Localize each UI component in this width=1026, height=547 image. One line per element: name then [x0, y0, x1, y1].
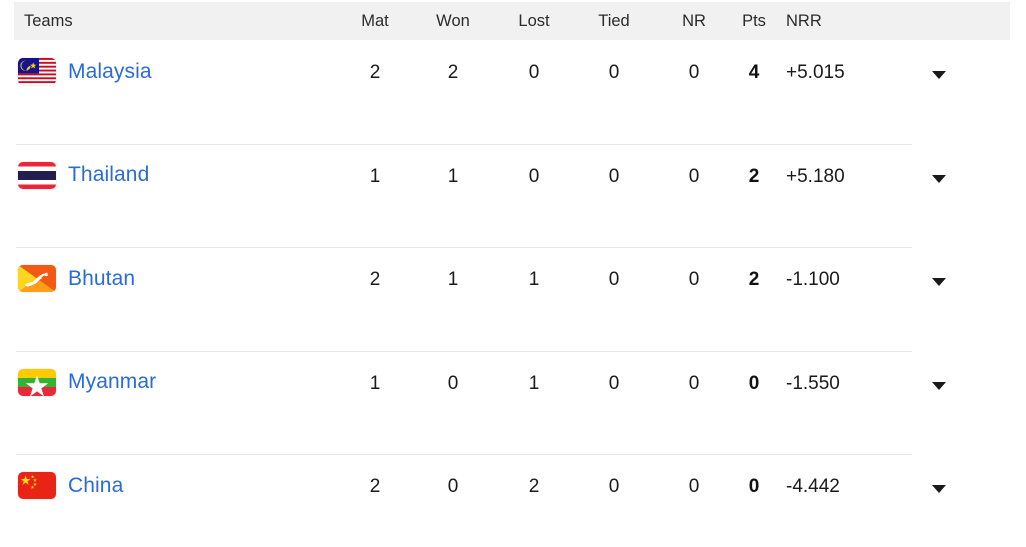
team-name-link[interactable]: Bhutan — [68, 267, 135, 291]
cell-nr: 0 — [688, 62, 700, 83]
cell-pts: 2 — [748, 269, 760, 290]
row-divider — [16, 350, 912, 352]
points-table: Teams Mat Won Lost Tied NR Pts NRR Malay… — [0, 0, 1026, 547]
expand-row-button[interactable] — [922, 269, 956, 295]
expand-row-button[interactable] — [922, 476, 956, 502]
cell-mat: 2 — [369, 269, 381, 290]
expand-row-button[interactable] — [922, 373, 956, 399]
cell-mat: 1 — [369, 165, 381, 187]
cell-nr: 0 — [688, 476, 700, 497]
cell-mat: 2 — [369, 476, 381, 497]
cell-nrr: -1.550 — [786, 372, 840, 394]
cell-tied: 0 — [608, 165, 620, 187]
team-cell[interactable]: Thailand — [18, 161, 149, 189]
cell-lost: 2 — [528, 476, 540, 497]
malaysia-flag — [18, 58, 56, 85]
team-name-link[interactable]: Myanmar — [68, 370, 156, 394]
table-row[interactable]: Malaysia 2 2 0 0 0 4 +5.015 — [0, 40, 1026, 144]
cell-tied: 0 — [608, 476, 620, 497]
cell-nr: 0 — [688, 165, 700, 187]
column-header-mat: Mat — [361, 11, 389, 30]
cell-won: 0 — [447, 372, 459, 394]
cell-won: 2 — [447, 62, 459, 83]
cell-tied: 0 — [608, 372, 620, 394]
table-row[interactable]: Thailand 1 1 0 0 0 2 +5.180 — [0, 143, 1026, 248]
cell-nr: 0 — [688, 269, 700, 290]
cell-nr: 0 — [688, 372, 700, 394]
cell-pts: 0 — [748, 372, 760, 394]
myanmar-flag — [18, 368, 56, 396]
cell-lost: 0 — [528, 165, 540, 187]
cell-lost: 1 — [528, 372, 540, 394]
table-row[interactable]: Myanmar 1 0 1 0 0 0 -1.550 — [0, 350, 1026, 455]
cell-nrr: +5.180 — [786, 165, 845, 187]
column-header-tied: Tied — [598, 11, 630, 30]
cell-nrr: +5.015 — [786, 62, 845, 83]
row-divider — [16, 454, 912, 455]
cell-won: 0 — [447, 476, 459, 497]
team-name-link[interactable]: Thailand — [68, 163, 149, 187]
bhutan-flag — [18, 265, 56, 292]
thailand-flag — [18, 161, 56, 189]
row-divider — [16, 143, 912, 145]
cell-lost: 0 — [528, 62, 540, 83]
chevron-down-icon — [932, 381, 946, 390]
cell-mat: 1 — [369, 372, 381, 394]
china-flag — [18, 472, 56, 499]
chevron-down-icon — [932, 71, 946, 79]
table-row[interactable]: Bhutan 2 1 1 0 0 2 -1.100 — [0, 247, 1026, 351]
chevron-down-icon — [932, 174, 946, 183]
cell-lost: 1 — [528, 269, 540, 290]
column-header-nrr: NRR — [786, 11, 822, 30]
chevron-down-icon — [932, 278, 946, 286]
chevron-down-icon — [932, 485, 946, 493]
cell-won: 1 — [447, 165, 459, 187]
cell-tied: 0 — [608, 269, 620, 290]
team-cell[interactable]: Malaysia — [18, 58, 152, 85]
column-header-teams: Teams — [24, 11, 73, 30]
column-header-won: Won — [436, 11, 470, 30]
cell-tied: 0 — [608, 62, 620, 83]
team-cell[interactable]: China — [18, 472, 123, 499]
table-header-row: Teams Mat Won Lost Tied NR Pts NRR — [14, 2, 1010, 40]
cell-nrr: -4.442 — [786, 476, 840, 497]
table-body: Malaysia 2 2 0 0 0 4 +5.015 Thailand 1 1… — [0, 40, 1026, 547]
cell-pts: 4 — [748, 62, 760, 83]
expand-row-button[interactable] — [922, 62, 956, 88]
row-divider — [16, 247, 912, 248]
cell-won: 1 — [447, 269, 459, 290]
table-row[interactable]: China 2 0 2 0 0 0 -4.442 — [0, 454, 1026, 547]
column-header-lost: Lost — [518, 11, 550, 30]
column-header-nr: NR — [682, 11, 706, 30]
cell-pts: 2 — [748, 165, 760, 187]
expand-row-button[interactable] — [922, 166, 956, 192]
column-header-pts: Pts — [742, 11, 766, 30]
cell-pts: 0 — [748, 476, 760, 497]
team-cell[interactable]: Myanmar — [18, 368, 156, 396]
team-cell[interactable]: Bhutan — [18, 265, 135, 292]
team-name-link[interactable]: China — [68, 474, 123, 498]
team-name-link[interactable]: Malaysia — [68, 60, 152, 84]
cell-nrr: -1.100 — [786, 269, 840, 290]
cell-mat: 2 — [369, 62, 381, 83]
